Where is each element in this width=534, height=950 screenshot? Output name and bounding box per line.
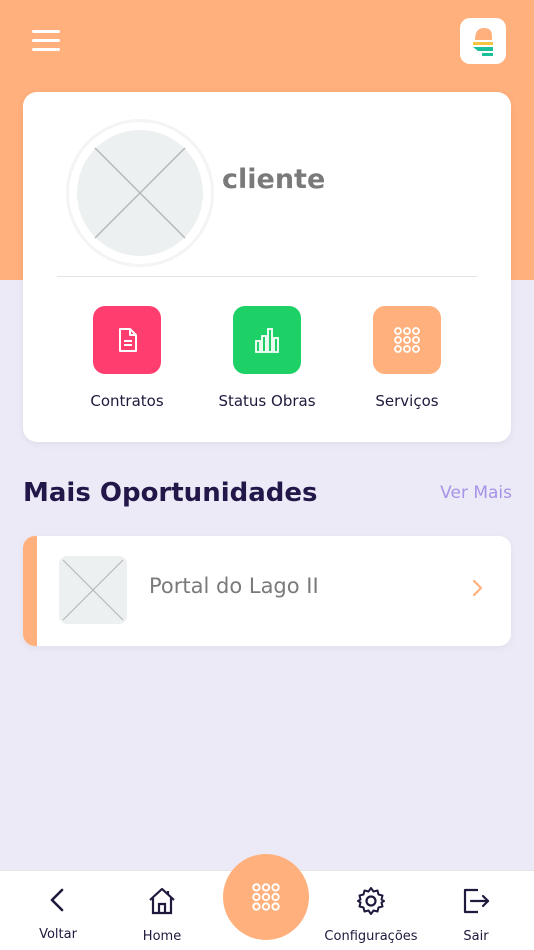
card-accent <box>23 536 37 646</box>
services-tile <box>373 306 441 374</box>
gear-icon <box>357 887 385 915</box>
center-menu-button[interactable] <box>223 854 309 940</box>
home-icon <box>149 887 175 915</box>
status-obras-button[interactable]: Status Obras <box>192 306 342 410</box>
status-obras-tile <box>233 306 301 374</box>
logo-icon <box>473 28 493 56</box>
chevron-left-icon <box>50 888 64 912</box>
chevron-right-icon <box>472 579 483 597</box>
hamburger-menu-button[interactable] <box>32 30 62 52</box>
section-title: Mais Oportunidades <box>23 478 318 508</box>
nav-logout-label: Sair <box>463 929 489 944</box>
image-placeholder-icon <box>59 556 127 624</box>
image-placeholder-icon <box>77 130 203 256</box>
nav-back[interactable]: Voltar <box>8 885 108 942</box>
avatar[interactable] <box>69 122 211 264</box>
grid-dots-icon <box>394 327 420 353</box>
nav-settings[interactable]: Configurações <box>321 885 421 944</box>
nav-back-label: Voltar <box>39 927 77 942</box>
nav-settings-label: Configurações <box>324 929 418 944</box>
grid-dots-icon <box>252 883 280 911</box>
hamburger-icon <box>32 30 60 33</box>
status-obras-label: Status Obras <box>218 392 316 410</box>
app-logo[interactable] <box>460 18 506 64</box>
services-label: Serviços <box>375 392 439 410</box>
opportunity-card[interactable]: Portal do Lago II <box>23 536 511 646</box>
document-icon <box>119 328 137 352</box>
nav-home[interactable]: Home <box>112 885 212 944</box>
profile-card: cliente Contratos Status Obras Serviços <box>23 92 511 442</box>
contracts-button[interactable]: Contratos <box>52 306 202 410</box>
services-button[interactable]: Serviços <box>332 306 482 410</box>
nav-logout[interactable]: Sair <box>426 885 526 944</box>
logout-icon <box>463 888 490 914</box>
see-more-link[interactable]: Ver Mais <box>420 483 512 503</box>
nav-home-label: Home <box>142 929 182 944</box>
opportunity-title: Portal do Lago II <box>149 574 319 598</box>
contracts-label: Contratos <box>90 392 164 410</box>
divider <box>57 276 477 277</box>
client-name: cliente <box>222 164 326 195</box>
contracts-tile <box>93 306 161 374</box>
bar-chart-icon <box>255 328 279 353</box>
